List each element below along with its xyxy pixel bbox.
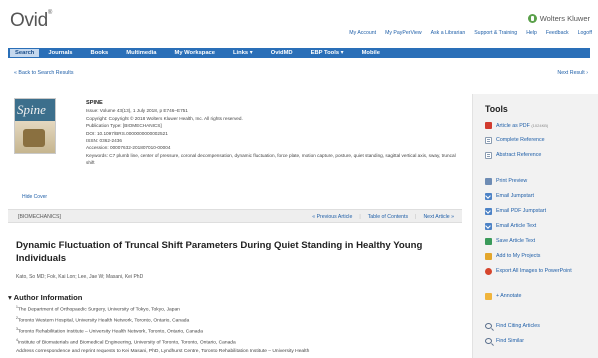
tool-complete-reference[interactable]: Complete Reference xyxy=(485,137,545,144)
ovid-logo[interactable]: Ovid® xyxy=(10,10,52,32)
hide-cover-link[interactable]: Hide Cover xyxy=(22,194,47,200)
pdf-icon xyxy=(485,122,492,129)
article-title: Dynamic Fluctuation of Truncal Shift Par… xyxy=(16,240,423,264)
top-links: My Account My PayPerView Ask a Librarian… xyxy=(349,30,592,36)
next-result-link[interactable]: Next Result › xyxy=(557,70,588,76)
keywords-info: Keywords: C7 plumb line, center of press… xyxy=(86,152,456,166)
author-information-heading[interactable]: ▾ Author Information xyxy=(8,293,82,302)
cover-title: Spine xyxy=(17,102,46,117)
issue-info: Issue: Volume 43(13), 1 July 2018, p E74… xyxy=(86,108,188,114)
wolters-kluwer-logo-icon xyxy=(527,14,537,23)
my-account-link[interactable]: My Account xyxy=(349,30,376,36)
logoff-link[interactable]: Logoff xyxy=(578,30,592,36)
tool-email-jumpstart[interactable]: Email Jumpstart xyxy=(485,193,534,200)
nav-multimedia[interactable]: Multimedia xyxy=(117,48,165,58)
nav-mobile[interactable]: Mobile xyxy=(353,48,389,58)
tool-save-article-text[interactable]: Save Article Text xyxy=(485,238,535,245)
main-nav: Search Journals Books Multimedia My Work… xyxy=(8,48,590,58)
nav-books[interactable]: Books xyxy=(82,48,118,58)
article-nav-bar: [BIOMECHANICS] « Previous Article | Tabl… xyxy=(8,209,462,223)
doi-info: DOI: 10.1097/BRS.0000000000002521 xyxy=(86,130,168,136)
article-category: [BIOMECHANICS] xyxy=(18,214,61,220)
ask-librarian-link[interactable]: Ask a Librarian xyxy=(431,30,466,36)
powerpoint-icon xyxy=(485,268,492,275)
email-icon xyxy=(485,193,492,200)
magnifier-icon xyxy=(485,338,492,344)
accession-info: Accession: 00007632-201807010-00004 xyxy=(86,145,171,151)
article-nav-links: « Previous Article | Table of Contents |… xyxy=(312,214,454,220)
nav-journals[interactable]: Journals xyxy=(39,48,81,58)
save-icon xyxy=(485,238,492,245)
back-to-results-link[interactable]: « Back to Search Results xyxy=(14,70,73,76)
cover-artwork xyxy=(15,121,55,153)
tool-email-article-text[interactable]: Email Article Text xyxy=(485,223,536,230)
email-icon xyxy=(485,208,492,215)
tool-abstract-reference[interactable]: Abstract Reference xyxy=(485,152,541,159)
nav-ovidmd[interactable]: OvidMD xyxy=(262,48,302,58)
affiliation-2: 2Toronto Western Hospital, University He… xyxy=(16,316,190,324)
feedback-link[interactable]: Feedback xyxy=(546,30,569,36)
affiliation-4: 4Institute of Biomaterials and Biomedica… xyxy=(16,338,236,346)
support-training-link[interactable]: Support & Training xyxy=(474,30,517,36)
tool-print-preview[interactable]: Print Preview xyxy=(485,178,527,185)
nav-search[interactable]: Search xyxy=(10,49,40,57)
help-link[interactable]: Help xyxy=(526,30,537,36)
affiliation-1: 1The Department of Orthopaedic Surgery, … xyxy=(16,305,180,313)
journal-cover-image: Spine xyxy=(14,98,56,154)
tool-find-similar[interactable]: Find Similar xyxy=(485,338,524,345)
next-article-link[interactable]: Next Article » xyxy=(423,214,454,220)
tool-find-citing-articles[interactable]: Find Citing Articles xyxy=(485,323,540,330)
header: Ovid® Wolters Kluwer My Account My PayPe… xyxy=(0,0,598,44)
separator: | xyxy=(415,214,417,220)
issn-info: ISSN: 0362-2436 xyxy=(86,138,122,144)
separator: | xyxy=(359,214,361,220)
tool-email-pdf-jumpstart[interactable]: Email PDF Jumpstart xyxy=(485,208,546,215)
nav-links[interactable]: Links ▾ xyxy=(224,48,262,58)
document-icon xyxy=(485,137,492,144)
tool-article-pdf[interactable]: Article as PDF (1024KB) xyxy=(485,122,548,130)
nav-my-workspace[interactable]: My Workspace xyxy=(166,48,225,58)
journal-name: SPINE xyxy=(86,100,103,106)
table-of-contents-link[interactable]: Table of Contents xyxy=(368,214,408,220)
tool-annotate[interactable]: + Annotate xyxy=(485,293,521,300)
tools-heading: Tools xyxy=(485,104,508,114)
tool-add-to-projects[interactable]: Add to My Projects xyxy=(485,253,540,260)
magnifier-icon xyxy=(485,323,492,329)
publication-type: Publication Type: [BIOMECHANICS] xyxy=(86,123,162,129)
author-list: Kato, So MD; Fok, Kai Lon; Lee, Jae W; M… xyxy=(16,274,144,280)
previous-article-link[interactable]: « Previous Article xyxy=(312,214,352,220)
printer-icon xyxy=(485,178,492,185)
wolters-kluwer-brand: Wolters Kluwer xyxy=(527,14,590,23)
tools-panel: Tools Article as PDF (1024KB) Complete R… xyxy=(472,94,598,358)
correspondence-address: Address correspondence and reprint reque… xyxy=(16,349,310,354)
email-icon xyxy=(485,223,492,230)
nav-ebp-tools[interactable]: EBP Tools ▾ xyxy=(302,48,353,58)
copyright-info: Copyright: Copyright © 2018 Wolters Kluw… xyxy=(86,115,243,121)
my-payperview-link[interactable]: My PayPerView xyxy=(385,30,422,36)
annotate-icon xyxy=(485,293,492,300)
document-icon xyxy=(485,152,492,159)
affiliation-3: 3Toronto Rehabilitation Institute – Univ… xyxy=(16,327,203,335)
folder-icon xyxy=(485,253,492,260)
article-metadata: SPINE Issue: Volume 43(13), 1 July 2018,… xyxy=(86,100,462,167)
tool-export-images-powerpoint[interactable]: Export All Images to PowerPoint xyxy=(485,268,585,275)
